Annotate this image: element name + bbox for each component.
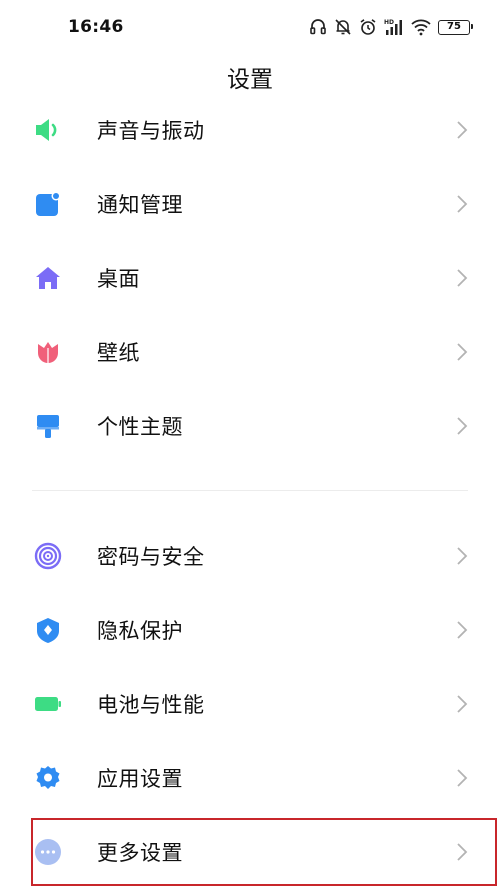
svg-text:HD: HD bbox=[384, 19, 394, 26]
settings-item-desktop[interactable]: 桌面 bbox=[0, 241, 500, 315]
settings-item-label: 声音与振动 bbox=[97, 119, 205, 143]
wifi-icon bbox=[411, 18, 431, 36]
settings-item-battery-performance[interactable]: 电池与性能 bbox=[0, 667, 500, 741]
chevron-right-icon bbox=[456, 694, 468, 714]
status-icons: HD 75 bbox=[309, 16, 473, 38]
settings-item-label: 桌面 bbox=[97, 267, 140, 291]
settings-item-privacy[interactable]: 隐私保护 bbox=[0, 593, 500, 667]
settings-item-label: 密码与安全 bbox=[97, 545, 205, 569]
notification-icon bbox=[34, 190, 62, 218]
battery-icon bbox=[34, 690, 62, 718]
tulip-icon bbox=[34, 338, 62, 366]
battery-icon: 75 bbox=[438, 19, 473, 35]
headphones-icon bbox=[309, 18, 327, 36]
home-icon bbox=[34, 264, 62, 292]
settings-item-label: 电池与性能 bbox=[97, 693, 205, 717]
chevron-right-icon bbox=[456, 546, 468, 566]
settings-item-password-security[interactable]: 密码与安全 bbox=[0, 519, 500, 593]
settings-item-label: 应用设置 bbox=[97, 767, 183, 791]
page-title: 设置 bbox=[227, 67, 273, 93]
speaker-icon bbox=[34, 116, 62, 144]
settings-item-label: 个性主题 bbox=[97, 415, 183, 439]
status-time: 16:46 bbox=[68, 17, 124, 37]
hd-signal-icon: HD bbox=[384, 18, 404, 36]
chevron-right-icon bbox=[456, 416, 468, 436]
status-bar: 16:46 HD 75 bbox=[0, 0, 500, 56]
settings-item-sound-vibration[interactable]: 声音与振动 bbox=[0, 93, 500, 167]
gear-icon bbox=[34, 764, 62, 792]
paint-brush-icon bbox=[34, 412, 62, 440]
settings-item-label: 通知管理 bbox=[97, 193, 183, 217]
shield-icon bbox=[34, 616, 62, 644]
alarm-icon bbox=[359, 18, 377, 36]
settings-item-label: 壁纸 bbox=[97, 341, 140, 365]
highlight-box bbox=[31, 818, 497, 886]
settings-item-label: 隐私保护 bbox=[97, 619, 183, 643]
settings-item-themes[interactable]: 个性主题 bbox=[0, 389, 500, 463]
settings-item-notifications[interactable]: 通知管理 bbox=[0, 167, 500, 241]
settings-item-wallpaper[interactable]: 壁纸 bbox=[0, 315, 500, 389]
silent-bell-icon bbox=[334, 18, 352, 36]
chevron-right-icon bbox=[456, 768, 468, 788]
chevron-right-icon bbox=[456, 268, 468, 288]
settings-item-app-settings[interactable]: 应用设置 bbox=[0, 741, 500, 815]
chevron-right-icon bbox=[456, 120, 468, 140]
fingerprint-icon bbox=[34, 542, 62, 570]
group-divider bbox=[32, 490, 468, 491]
chevron-right-icon bbox=[456, 342, 468, 362]
chevron-right-icon bbox=[456, 620, 468, 640]
chevron-right-icon bbox=[456, 194, 468, 214]
